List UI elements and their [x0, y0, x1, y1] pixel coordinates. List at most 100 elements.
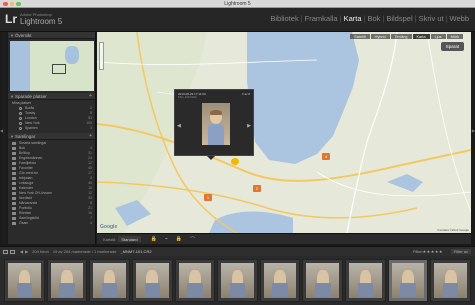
filmstrip-thumbnail[interactable]: [4, 259, 45, 302]
popup-filename: DSC_2023.NEF: [178, 96, 197, 99]
module-bok[interactable]: Bok: [367, 14, 380, 23]
map-view[interactable]: Satellit Hybrid Terräng Karta Ljus Mörk …: [97, 32, 471, 233]
second-window-icon[interactable]: [10, 249, 15, 254]
selection-info: 19 av 204 markerade / 1 markerade: [52, 249, 117, 254]
module-picker: Bibliotek | Framkalla | Karta | Bok | Bildsp…: [270, 14, 469, 23]
module-bildspel[interactable]: Bildspel: [386, 14, 412, 23]
back-icon[interactable]: ◀: [20, 249, 23, 254]
popup-photo[interactable]: [202, 103, 230, 145]
collection-icon: [12, 207, 16, 210]
saved-locations-header[interactable]: ▼ Sparade platser +: [8, 93, 95, 100]
collection-icon: [12, 212, 16, 215]
collapse-triangle-icon[interactable]: ▼: [10, 93, 14, 100]
popup-tail: [207, 156, 215, 160]
left-panel-toggle-icon[interactable]: ◀: [0, 128, 3, 133]
filmstrip-thumbnail[interactable]: [46, 259, 88, 302]
filmstrip-thumbnail[interactable]: [217, 259, 258, 302]
filmstrip-thumbnail[interactable]: [174, 259, 216, 302]
lock-markers-icon[interactable]: 🔒: [151, 236, 157, 242]
filter-select[interactable]: Filter av: [450, 249, 471, 254]
forward-icon[interactable]: ▶: [25, 249, 28, 254]
collection-icon: [12, 197, 16, 200]
collection-icon: [12, 172, 16, 175]
map-style-mork[interactable]: Mörk: [446, 34, 463, 39]
radio-icon[interactable]: [19, 107, 22, 110]
collection-icon: [12, 222, 16, 225]
map-zoom-control[interactable]: [99, 42, 104, 70]
selected-filename: _MNM7-101.CR2: [120, 249, 152, 254]
map-pin[interactable]: 2: [253, 185, 261, 192]
tracklog-icon[interactable]: ⌁: [165, 236, 168, 242]
filmstrip-thumbnail[interactable]: [89, 259, 130, 302]
map-style-label: Kartstil:: [103, 236, 117, 242]
navigator-header[interactable]: ▼ Översikt: [8, 32, 95, 39]
lightroom-logo: Lr: [5, 12, 17, 26]
radio-icon[interactable]: [19, 112, 22, 115]
collection-icon: [12, 192, 16, 195]
radio-icon[interactable]: [19, 127, 22, 130]
left-panel-edge[interactable]: [2, 32, 6, 244]
add-collection-icon[interactable]: +: [89, 133, 92, 140]
module-karta[interactable]: Karta: [344, 14, 362, 23]
grid-view-icon[interactable]: [3, 249, 8, 254]
window-title: Lightroom 5: [224, 1, 251, 7]
photo-count: 204 foton: [32, 249, 49, 254]
saved-locations-button[interactable]: Sparat: [440, 42, 464, 51]
navigator-map[interactable]: [10, 41, 94, 91]
map-style-ljus[interactable]: Ljus: [430, 34, 446, 39]
route-icon[interactable]: ⌒: [190, 236, 195, 243]
filmstrip-bar: ◀ ▶ 204 foton 19 av 204 markerade / 1 ma…: [0, 246, 475, 256]
photo-child-shirt: [208, 124, 224, 145]
module-bibliotek[interactable]: Bibliotek: [270, 14, 298, 23]
filter-label: Filter:: [413, 249, 423, 254]
collection-icon: [12, 217, 16, 220]
popup-prev-icon[interactable]: ◀: [177, 123, 181, 129]
map-pin-selected[interactable]: [231, 158, 239, 165]
saved-locations-list: Mina platser Borås 2 Torsby 8 London 53 New…: [8, 100, 95, 131]
collection-icon: [12, 202, 16, 205]
collection-icon: [12, 162, 16, 165]
collection-icon: [12, 187, 16, 190]
module-webb[interactable]: Webb: [450, 14, 469, 23]
navigator-view-rectangle[interactable]: [52, 64, 66, 74]
radio-icon[interactable]: [19, 122, 22, 125]
filmstrip-thumbnail[interactable]: [345, 259, 386, 302]
collapse-triangle-icon[interactable]: ▼: [10, 32, 14, 39]
collection-icon: [12, 157, 16, 160]
collection-icon: [12, 152, 16, 155]
map-copyright: Kartdata ©2013 Google: [437, 228, 469, 232]
photo-popup[interactable]: 2013-06-29 17:11:20 4 av 8 DSC_2023.NEF …: [174, 89, 254, 156]
filmstrip-thumbnail-selected[interactable]: [387, 259, 429, 302]
collapse-triangle-icon[interactable]: ▼: [10, 133, 14, 140]
location-label: Spanien: [25, 126, 38, 130]
collection-icon: [12, 167, 16, 170]
rating-filter[interactable]: ★★★★★: [423, 249, 443, 254]
filmstrip-thumbnail[interactable]: [302, 259, 344, 302]
filmstrip-thumbnail[interactable]: [131, 259, 173, 302]
product-label: Lightroom 5: [20, 17, 63, 26]
collection-icon: [12, 182, 16, 185]
collection-item[interactable]: Ösam 4: [8, 221, 95, 226]
navigator-water: [10, 41, 30, 91]
add-location-icon[interactable]: +: [89, 93, 92, 100]
map-background: [97, 32, 471, 233]
module-framkalla[interactable]: Framkalla: [305, 14, 338, 23]
map-pin[interactable]: 4: [322, 153, 330, 160]
collection-icon: [12, 142, 16, 145]
map-style-terrang[interactable]: Terräng: [390, 34, 412, 39]
map-pin[interactable]: 1: [204, 194, 212, 201]
map-style-karta[interactable]: Karta: [412, 34, 430, 39]
filmstrip-thumbnail[interactable]: [259, 259, 301, 302]
collections-title: Samlingar: [15, 134, 36, 139]
left-panel: ▼ Översikt ▼ Sparade platser + Mina plat…: [8, 32, 96, 244]
saved-location-item[interactable]: Spanien 3: [8, 126, 95, 131]
map-style-satellit[interactable]: Satellit: [350, 34, 370, 39]
lock-icon[interactable]: 🔒: [176, 236, 182, 242]
collections-header[interactable]: ▼ Samlingar +: [8, 133, 95, 140]
filmstrip-thumbnail[interactable]: [430, 259, 472, 302]
map-style-hybrid[interactable]: Hybrid: [370, 34, 390, 39]
radio-icon[interactable]: [19, 117, 22, 120]
map-style-select[interactable]: Standard: [118, 236, 141, 242]
module-skriv-ut[interactable]: Skriv ut: [419, 14, 444, 23]
popup-next-icon[interactable]: ▶: [247, 123, 251, 129]
